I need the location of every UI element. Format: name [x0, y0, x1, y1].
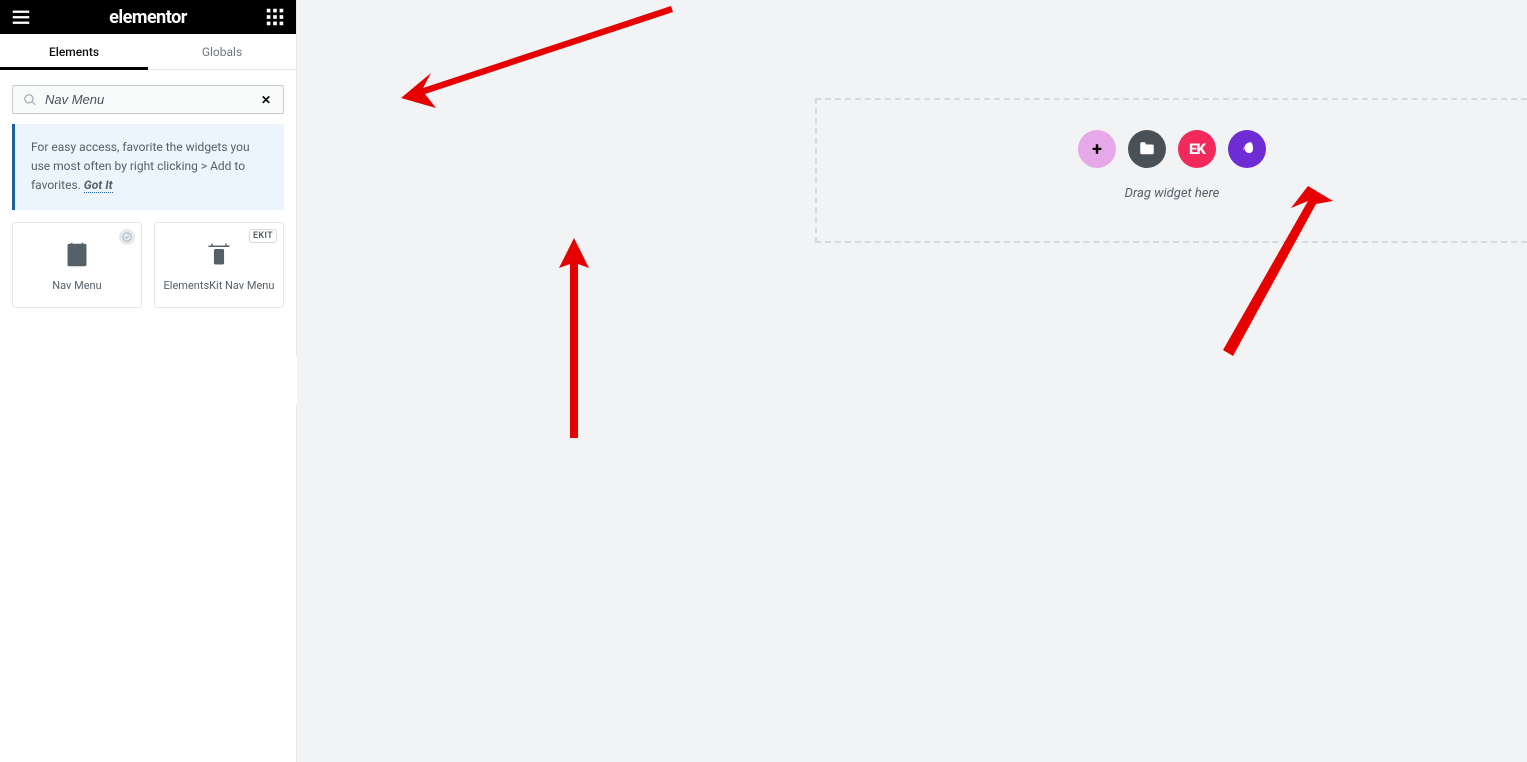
widget-search-input[interactable]: [45, 92, 251, 107]
widget-panel: elementor Elements Globals ✕ For easy ac…: [0, 0, 297, 762]
panel-header: elementor: [0, 0, 296, 34]
ekit-nav-menu-icon: [205, 241, 233, 269]
widget-grid: Nav Menu EKIT ElementsKit Nav Menu: [0, 222, 296, 308]
apps-icon[interactable]: [264, 6, 286, 28]
envato-button[interactable]: [1228, 130, 1266, 168]
search-box: ✕: [12, 85, 284, 114]
elementskit-button[interactable]: EK: [1178, 130, 1216, 168]
search-wrap: ✕: [0, 70, 296, 124]
menu-icon[interactable]: [10, 6, 32, 28]
pro-badge-icon: [119, 229, 135, 245]
annotation-arrow-icon: [559, 238, 589, 438]
widget-ekit-nav-menu[interactable]: EKIT ElementsKit Nav Menu: [154, 222, 284, 308]
ekit-badge: EKIT: [249, 229, 277, 243]
widget-dropzone[interactable]: + EK Drag widget here: [815, 98, 1527, 243]
widget-label: ElementsKit Nav Menu: [164, 279, 275, 293]
widget-label: Nav Menu: [52, 279, 101, 293]
envato-icon: [1238, 140, 1256, 158]
template-library-button[interactable]: [1128, 130, 1166, 168]
tip-text: For easy access, favorite the widgets yo…: [31, 140, 250, 192]
search-icon: [23, 93, 37, 107]
favorites-tip: For easy access, favorite the widgets yo…: [12, 124, 284, 210]
nav-menu-icon: [63, 241, 91, 269]
tip-dismiss[interactable]: Got It: [84, 178, 113, 193]
folder-icon: [1138, 140, 1156, 158]
tab-elements[interactable]: Elements: [0, 34, 148, 69]
add-section-button[interactable]: +: [1078, 130, 1116, 168]
annotation-arrow-icon: [401, 0, 681, 108]
tab-globals[interactable]: Globals: [148, 34, 296, 69]
brand-logo: elementor: [109, 7, 187, 28]
dropzone-text: Drag widget here: [1125, 186, 1220, 201]
add-section-buttons: + EK: [1078, 130, 1266, 168]
widget-nav-menu[interactable]: Nav Menu: [12, 222, 142, 308]
editor-canvas: + EK Drag widget here: [297, 0, 1527, 762]
panel-tabs: Elements Globals: [0, 34, 296, 70]
clear-search-button[interactable]: ✕: [259, 93, 273, 107]
